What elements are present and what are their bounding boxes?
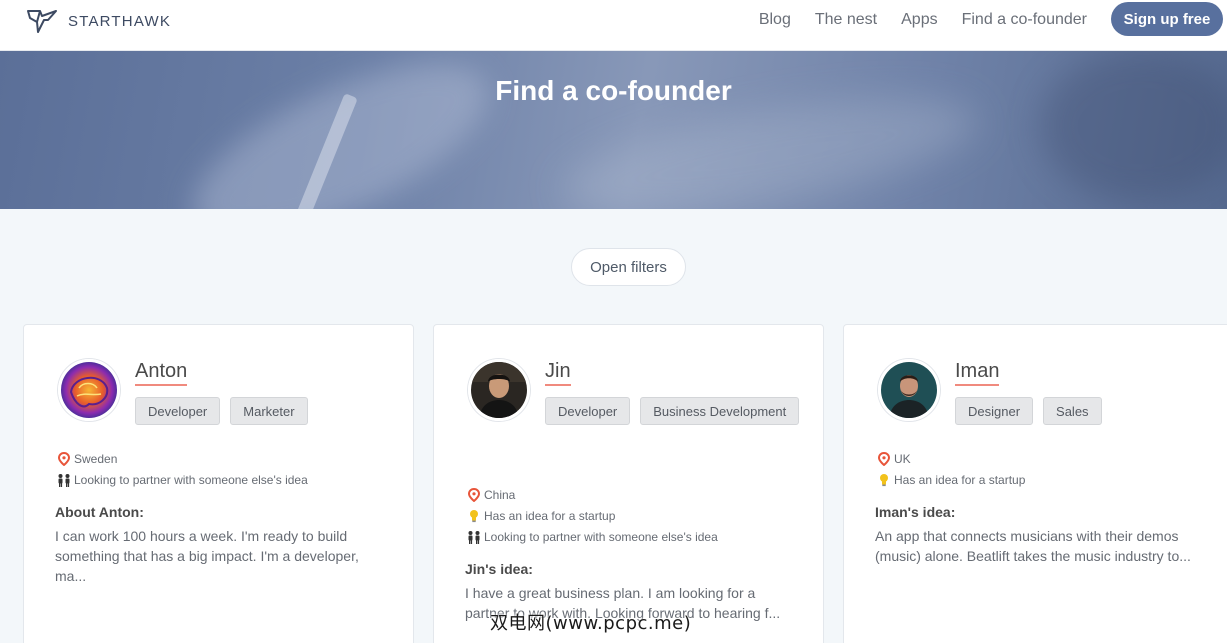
cofounder-name[interactable]: Iman [955,360,1000,386]
nav-item-find-cofounder[interactable]: Find a co-founder [962,11,1087,29]
cofounder-card[interactable]: Anton Developer Marketer Sweden Looking … [23,324,414,643]
skill-tag: Designer [955,397,1034,425]
skill-tag: Marketer [230,397,308,425]
location-row: China [465,484,805,505]
lightbulb-icon [465,509,483,523]
skill-tags: Developer Business Development [545,397,815,425]
nav-item-apps[interactable]: Apps [901,11,937,29]
map-pin-icon [465,487,483,502]
location-text: China [484,487,516,502]
brand-name: STARTHAWK [68,12,172,30]
hero-banner: Find a co-founder [0,51,1227,209]
nav-item-blog[interactable]: Blog [759,11,791,29]
hawk-logo-icon [27,10,57,33]
avatar-image [881,362,937,418]
location-row: UK [875,448,1215,469]
cofounder-name[interactable]: Jin [545,360,571,386]
partner-text: Looking to partner with someone else's i… [484,529,718,544]
partner-row: Looking to partner with someone else's i… [465,526,805,547]
cofounder-meta: UK Has an idea for a startup [875,448,1215,490]
nav-item-the-nest[interactable]: The nest [815,11,877,29]
location-row: Sweden [55,448,395,469]
idea-text: Has an idea for a startup [894,472,1026,487]
watermark-text: 双电网(www.pcpc.me) [490,613,692,634]
skill-tag: Developer [545,397,631,425]
idea-row: Has an idea for a startup [875,469,1215,490]
lightbulb-icon [875,473,893,487]
skill-tags: Designer Sales [955,397,1225,425]
avatar-image [61,362,117,418]
map-pin-icon [875,451,893,466]
page-title: Find a co-founder [495,75,732,106]
partner-row: Looking to partner with someone else's i… [55,469,395,490]
open-filters-button[interactable]: Open filters [571,248,686,286]
people-icon [55,473,73,487]
location-text: UK [894,451,911,466]
avatar[interactable] [58,359,120,421]
cofounder-card[interactable]: Iman Designer Sales UK Has an idea for a… [843,324,1227,643]
location-text: Sweden [74,451,118,466]
people-icon [465,530,483,544]
about-text: I can work 100 hours a week. I'm ready t… [55,528,359,584]
avatar-image [471,362,527,418]
idea-title: Jin's idea: [465,561,533,577]
idea-text-body: An app that connects musicians with thei… [875,528,1191,564]
starthawk-logo[interactable]: STARTHAWK [26,8,171,34]
avatar[interactable] [878,359,940,421]
cofounder-card[interactable]: Jin Developer Business Development China… [433,324,824,643]
skill-tags: Developer Marketer [135,397,405,425]
hero-background-shape [1040,51,1227,201]
avatar[interactable] [468,359,530,421]
skill-tag: Sales [1043,397,1102,425]
skill-tag: Developer [135,397,221,425]
cofounder-meta: China Has an idea for a startup Looking … [465,484,805,547]
idea-row: Has an idea for a startup [465,505,805,526]
about-title: About Anton: [55,504,144,520]
idea-text: Has an idea for a startup [484,508,616,523]
skill-tag: Business Development [640,397,800,425]
main-nav: Blog The nest Apps Find a co-founder [759,0,1087,40]
map-pin-icon [55,451,73,466]
cofounder-meta: Sweden Looking to partner with someone e… [55,448,395,490]
partner-text: Looking to partner with someone else's i… [74,472,308,487]
top-navigation-bar: STARTHAWK Blog The nest Apps Find a co-f… [0,0,1227,51]
sign-up-button[interactable]: Sign up free [1111,2,1223,36]
cofounder-name[interactable]: Anton [135,360,188,386]
idea-title: Iman's idea: [875,504,956,520]
